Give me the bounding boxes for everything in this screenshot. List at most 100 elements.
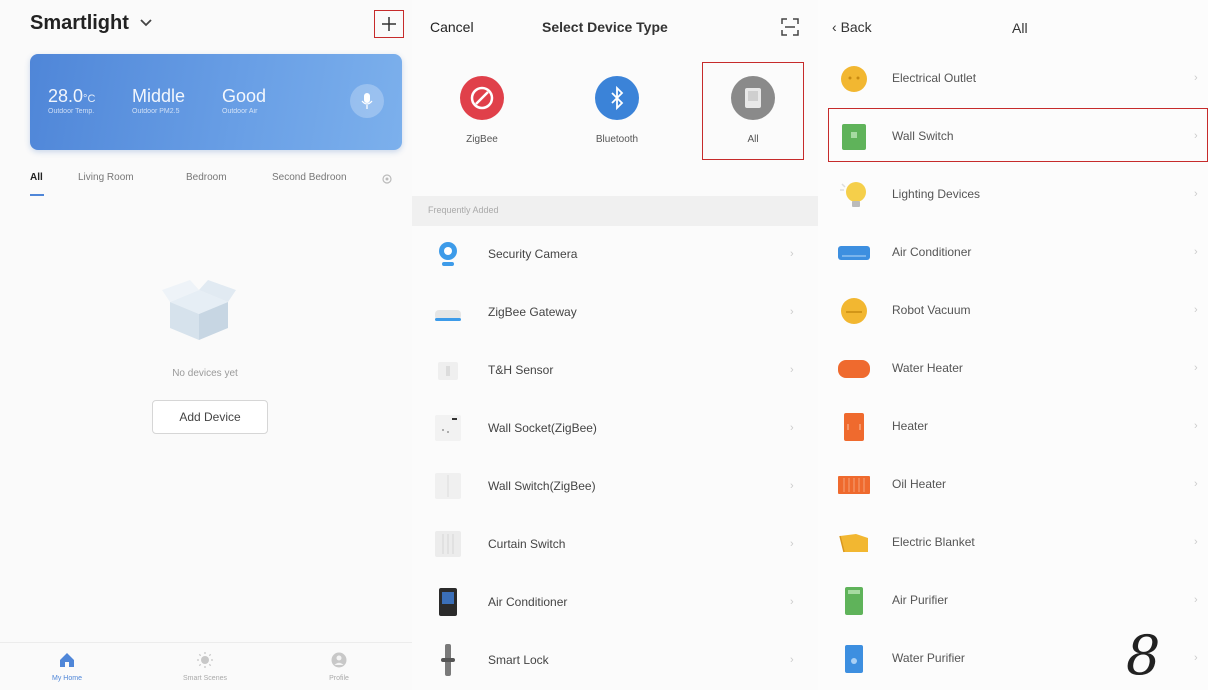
chevron-right-icon: ›: [790, 248, 794, 260]
chevron-right-icon: ›: [1194, 594, 1198, 606]
category-air-purifier[interactable]: Air Purifier ›: [818, 572, 1208, 630]
category-robot-vacuum[interactable]: Robot Vacuum ›: [818, 282, 1208, 340]
room-settings-icon[interactable]: [380, 172, 394, 186]
outlet-icon: [841, 66, 867, 92]
water-heater-icon: [838, 360, 870, 378]
tab-living-room[interactable]: Living Room: [78, 172, 134, 183]
chevron-right-icon: ›: [790, 364, 794, 376]
tab-bedroom[interactable]: Bedroom: [186, 172, 227, 183]
category-electric-blanket[interactable]: Electric Blanket ›: [818, 514, 1208, 572]
chevron-right-icon: ›: [1194, 304, 1198, 316]
voice-button[interactable]: [350, 84, 384, 118]
smart-lock-icon: [441, 644, 455, 676]
type-bluetooth[interactable]: Bluetooth: [567, 70, 667, 160]
water-purifier-icon: [845, 645, 863, 673]
chevron-right-icon: ›: [1194, 362, 1198, 374]
sun-icon: [197, 652, 213, 668]
security-camera-icon: [439, 242, 457, 266]
device-label: Security Camera: [488, 247, 578, 261]
device-label: Wall Switch(ZigBee): [488, 479, 596, 493]
tab-active-indicator: [30, 194, 44, 196]
nav-smart-scenes-label: Smart Scenes: [183, 675, 227, 682]
page-title: All: [1012, 20, 1028, 36]
air-conditioner-remote-icon: [439, 588, 457, 616]
tab-all[interactable]: All: [30, 172, 43, 183]
category-label: Lighting Devices: [892, 187, 981, 201]
category-air-conditioner[interactable]: Air Conditioner ›: [818, 224, 1208, 282]
frequently-added-header: Frequently Added: [412, 196, 818, 226]
category-water-heater[interactable]: Water Heater ›: [818, 340, 1208, 398]
chevron-right-icon: ›: [790, 422, 794, 434]
weather-temp-value: 28.0: [48, 86, 84, 106]
device-row-smart-lock[interactable]: Smart Lock ›: [412, 632, 818, 690]
category-label: Water Purifier: [892, 651, 965, 665]
weather-temp-unit: °C: [83, 93, 96, 105]
page-number: 8: [1126, 624, 1161, 687]
heater-icon: [844, 413, 864, 441]
category-label: Air Conditioner: [892, 245, 972, 259]
device-row-air-conditioner[interactable]: Air Conditioner ›: [412, 574, 818, 632]
device-label: ZigBee Gateway: [488, 305, 577, 319]
device-label: T&H Sensor: [488, 363, 554, 377]
category-label: Oil Heater: [892, 477, 947, 491]
nav-profile-label: Profile: [329, 675, 349, 682]
device-row-zigbee-gateway[interactable]: ZigBee Gateway ›: [412, 284, 818, 342]
page-title: Select Device Type: [542, 19, 668, 35]
weather-pm25-value: Middle: [132, 86, 186, 106]
device-row-wall-switch[interactable]: Wall Switch(ZigBee) ›: [412, 458, 818, 516]
add-device-button[interactable]: Add Device: [152, 400, 268, 434]
chevron-right-icon: ›: [790, 538, 794, 550]
category-oil-heater[interactable]: Oil Heater ›: [818, 456, 1208, 514]
back-button[interactable]: ‹ Back: [832, 19, 872, 35]
cancel-button[interactable]: Cancel: [430, 19, 474, 35]
chevron-right-icon: ›: [1194, 420, 1198, 432]
category-heater[interactable]: Heater ›: [818, 398, 1208, 456]
device-row-th-sensor[interactable]: T&H Sensor ›: [412, 342, 818, 400]
type-zigbee[interactable]: ZigBee: [432, 70, 532, 160]
device-label: Air Conditioner: [488, 595, 568, 609]
chevron-right-icon: ›: [1194, 72, 1198, 84]
plus-icon: [382, 17, 396, 31]
device-row-security-camera[interactable]: Security Camera ›: [412, 226, 818, 284]
device-row-curtain-switch[interactable]: Curtain Switch ›: [412, 516, 818, 574]
sensor-icon: [438, 362, 458, 380]
select-device-panel: Cancel Select Device Type ZigBee Bluetoo…: [412, 0, 818, 690]
back-label: Back: [840, 19, 872, 35]
all-devices-panel: ‹ Back All Electrical Outlet › Wall Swit…: [818, 0, 1208, 690]
weather-air: Good Outdoor Air: [222, 86, 266, 115]
weather-pm25-label: Outdoor PM2.5: [132, 108, 180, 115]
device-label: Wall Socket(ZigBee): [488, 421, 597, 435]
oil-heater-icon: [838, 476, 870, 494]
highlight-box: [702, 62, 804, 160]
nav-my-home[interactable]: My Home: [22, 651, 112, 682]
category-electrical-outlet[interactable]: Electrical Outlet ›: [818, 50, 1208, 108]
chevron-down-icon[interactable]: [138, 16, 154, 30]
weather-pm25: Middle Outdoor PM2.5: [132, 86, 185, 115]
category-lighting-devices[interactable]: Lighting Devices ›: [818, 166, 1208, 224]
chevron-right-icon: ›: [1194, 246, 1198, 258]
device-row-wall-socket[interactable]: Wall Socket(ZigBee) ›: [412, 400, 818, 458]
home-header: Smartlight: [0, 0, 412, 52]
nav-my-home-label: My Home: [52, 675, 82, 682]
nav-smart-scenes[interactable]: Smart Scenes: [160, 651, 250, 682]
chevron-right-icon: ›: [1194, 478, 1198, 490]
frequently-added-label: Frequently Added: [428, 205, 499, 215]
weather-temp-label: Outdoor Temp.: [48, 108, 95, 115]
empty-state-text: No devices yet: [172, 368, 238, 379]
chevron-right-icon: ›: [790, 306, 794, 318]
scan-icon[interactable]: [780, 17, 800, 37]
blanket-icon: [839, 534, 868, 553]
chevron-right-icon: ›: [1194, 652, 1198, 664]
chevron-left-icon: ‹: [832, 19, 837, 35]
bottom-nav: My Home Smart Scenes Profile: [0, 642, 412, 690]
type-zigbee-label: ZigBee: [466, 134, 498, 145]
robot-vacuum-icon: [841, 298, 867, 324]
weather-card: 28.0°C Outdoor Temp. Middle Outdoor PM2.…: [30, 54, 402, 150]
category-label: Electric Blanket: [892, 535, 975, 549]
add-button[interactable]: [374, 10, 404, 38]
category-label: Robot Vacuum: [892, 303, 971, 317]
microphone-icon: [361, 93, 373, 109]
tab-second-bedroom[interactable]: Second Bedroon: [272, 172, 347, 183]
nav-profile[interactable]: Profile: [294, 651, 384, 682]
home-name[interactable]: Smartlight: [30, 12, 129, 35]
